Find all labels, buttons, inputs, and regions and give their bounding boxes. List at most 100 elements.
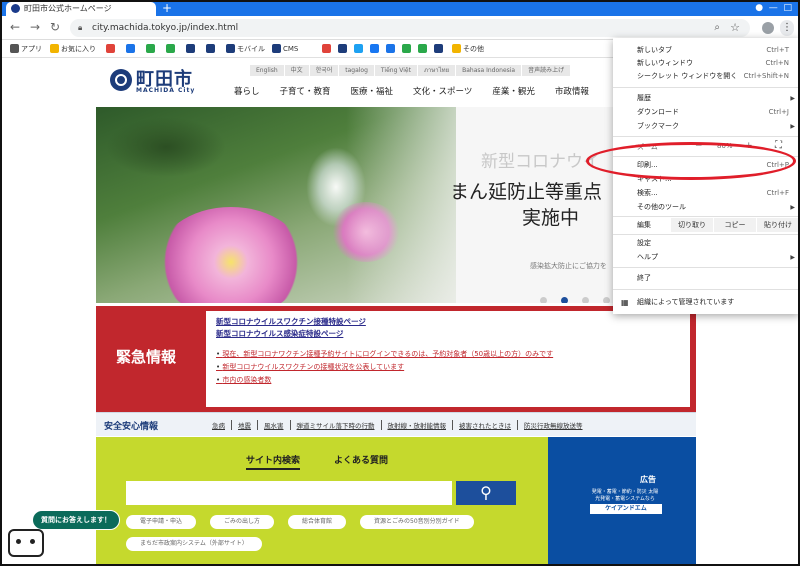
menu-incognito[interactable]: シークレット ウィンドウを開く Ctrl+Shift+N [613,70,798,83]
global-nav-item[interactable]: 文化・スポーツ [413,85,472,97]
tab-site-search[interactable]: サイト内検索 [246,453,301,470]
safety-link[interactable]: 防災行政無線放送等 [518,420,589,430]
site-logo-en[interactable]: MACHIDA City [136,87,195,94]
covid-page-link[interactable]: 新型コロナウイルス感染症特設ページ [216,328,680,340]
safety-link[interactable]: 地震 [232,420,258,430]
quick-link-pill[interactable]: ごみの出し方 [210,515,275,529]
ad-banner[interactable]: 広告 発電・蓄電・節約・防災 太陽光発電・蓄電システムなら ケイアンドエム [548,437,696,564]
bookmark-favicon-icon [418,44,427,53]
menu-bookmarks[interactable]: ブックマーク ▶ [613,120,798,133]
bookmark-item[interactable] [418,44,429,54]
menu-more-tools[interactable]: その他のツール ▶ [613,201,798,214]
address-bar[interactable]: 🔒︎ city.machida.tokyo.jp/index.html ⌕ ☆ [70,19,750,37]
bookmark-item[interactable] [106,44,117,54]
emergency-item[interactable]: 現在、新型コロナワクチン接種予約サイトにログインできるのは、予約対象者（50歳以… [216,348,680,361]
quick-link-pill[interactable]: 資源とごみの50音別分別ガイド [360,515,474,529]
emergency-item[interactable]: 新型コロナウイルスワクチンの接種状況を公表しています [216,361,680,374]
copy-button[interactable]: コピー [714,218,756,232]
bookmark-item[interactable]: モバイル [226,44,265,54]
bookmark-label: その他 [463,45,484,53]
bookmark-star-icon[interactable]: ☆ [730,19,740,37]
bookmark-item[interactable]: アプリ [10,44,42,54]
bookmark-item[interactable] [166,44,177,54]
bookmark-item[interactable]: お気に入り [50,44,96,54]
menu-separator [613,234,798,235]
bookmark-item[interactable] [322,44,333,54]
vaccine-page-link[interactable]: 新型コロナウイルスワクチン接種特設ページ [216,316,680,328]
cut-button[interactable]: 切り取り [671,218,713,232]
forward-arrow-icon[interactable]: → [30,20,40,34]
language-link[interactable]: ภาษาไทย [417,65,457,76]
bookmark-item[interactable] [386,44,397,54]
global-nav-item[interactable]: 市政情報 [555,85,589,97]
bookmark-item[interactable] [146,44,157,54]
profile-avatar-icon[interactable] [762,22,774,34]
machida-emblem-icon[interactable] [110,69,132,91]
reload-icon[interactable]: ↻ [50,20,60,34]
hero-small-text: 感染拡大防止にご協力を [530,262,607,270]
chatbot-robot-icon[interactable] [8,529,44,557]
global-nav-item[interactable]: 医療・福祉 [351,85,394,97]
menu-managed[interactable]: ▦ 組織によって管理されています [613,296,798,309]
safety-link[interactable]: 放射線・放射能情報 [382,420,453,430]
bookmark-item[interactable] [206,44,217,54]
bookmark-item[interactable] [338,44,349,54]
menu-downloads[interactable]: ダウンロード Ctrl+J [613,106,798,119]
global-nav-item[interactable]: 産業・観光 [492,85,535,97]
language-link[interactable]: 한국어 [309,65,340,76]
zoom-magnifier-icon[interactable]: ⌕ [714,19,720,37]
safety-link[interactable]: 被害されたときは [453,420,518,430]
menu-find[interactable]: 検索... Ctrl+F [613,187,798,200]
menu-history[interactable]: 履歴 ▶ [613,92,798,105]
quick-link-pill[interactable]: 総合体育館 [288,515,347,529]
language-link[interactable]: Bahasa Indonesia [456,65,523,76]
menu-new-tab[interactable]: 新しいタブ Ctrl+T [613,44,798,57]
menu-separator [613,87,798,88]
tab-title: 町田市公式ホームページ [24,4,112,13]
language-link[interactable]: English [250,65,285,76]
bookmark-item[interactable] [402,44,413,54]
global-nav-item[interactable]: 子育て・教育 [280,85,331,97]
safety-link[interactable]: 弾道ミサイル落下時の行動 [291,420,382,430]
menu-exit[interactable]: 終了 [613,272,798,285]
bookmark-item[interactable] [434,44,445,54]
carousel-dot-active[interactable] [561,297,568,303]
menu-new-window[interactable]: 新しいウィンドウ Ctrl+N [613,57,798,70]
bookmark-item[interactable] [370,44,381,54]
language-link[interactable]: tagalog [339,65,375,76]
menu-settings[interactable]: 設定 [613,237,798,250]
bookmark-item[interactable]: その他 [452,44,484,54]
back-arrow-icon[interactable]: ← [10,20,20,34]
carousel-dot[interactable] [540,297,547,303]
hero-carousel[interactable]: 新型コロナウイ まん延防止等重点 実施中 感染拡大防止にご協力を [96,107,696,303]
bookmark-item[interactable] [186,44,197,54]
bookmark-favicon-icon [386,44,395,53]
carousel-dot[interactable] [603,297,610,303]
new-tab-icon[interactable]: + [162,2,172,14]
browser-tab[interactable]: 町田市公式ホームページ [6,2,156,16]
kebab-menu-icon[interactable]: ⋮ [780,20,794,36]
carousel-dot[interactable] [582,297,589,303]
bookmark-item[interactable] [126,44,137,54]
paste-button[interactable]: 貼り付け [757,218,798,232]
search-input[interactable] [126,481,452,505]
search-button[interactable]: ⚲ [456,481,516,505]
safety-link[interactable]: 風水害 [258,420,291,430]
language-link[interactable]: 中文 [284,65,310,76]
menu-help[interactable]: ヘルプ ▶ [613,251,798,264]
quick-link-pill[interactable]: まちだ市政案内システム（外部サイト） [126,537,262,551]
bookmark-favicon-icon [354,44,363,53]
bookmark-item[interactable] [354,44,365,54]
language-link[interactable]: 音声読み上げ [522,65,572,76]
tab-strip: 町田市公式ホームページ + ● — □ [2,2,798,16]
tab-faq[interactable]: よくある質問 [334,453,388,466]
chatbot-bubble[interactable]: 質問にお答えします！ [32,510,120,530]
emergency-item[interactable]: 市内の感染者数 [216,374,680,387]
dahlia-flower [156,207,306,303]
language-link[interactable]: Tiếng Việt [374,65,418,76]
safety-link[interactable]: 急病 [206,420,232,430]
quick-link-pill[interactable]: 電子申請・申込 [126,515,197,529]
window-controls[interactable]: ● — □ [755,2,792,14]
bookmark-item[interactable]: CMS [272,44,298,54]
global-nav-item[interactable]: 暮らし [234,85,260,97]
